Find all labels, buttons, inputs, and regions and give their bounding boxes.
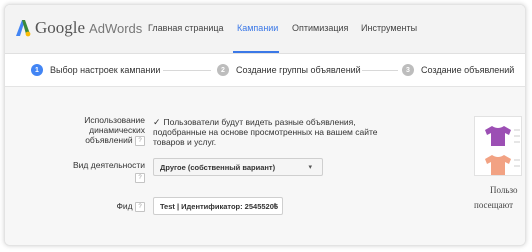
top-header: Google AdWords Главная страница Кампании…: [5, 5, 525, 54]
step-number: 3: [402, 64, 414, 76]
preview-line: [514, 129, 520, 131]
dynamic-ads-option: ✓ Пользователи будут видеть разные объявл…: [153, 117, 393, 147]
google-adwords-logo[interactable]: Google AdWords: [15, 17, 142, 39]
preview-text-1: Пользо: [490, 185, 518, 195]
preview-text-2: посещают: [474, 200, 514, 210]
nav-home[interactable]: Главная страница: [148, 23, 224, 33]
help-icon[interactable]: ?: [135, 135, 145, 146]
preview-line: [514, 159, 520, 161]
tshirt-orange-icon: [485, 155, 511, 175]
step-number: 2: [217, 64, 229, 76]
tshirt-purple-icon: [485, 126, 511, 146]
updown-arrow-icon: ⇕: [272, 203, 278, 210]
preview-line: [514, 165, 520, 167]
app-window: Google AdWords Главная страница Кампании…: [4, 4, 526, 246]
business-type-select[interactable]: Другое (собственный вариант) ▾: [153, 158, 323, 176]
help-icon[interactable]: ?: [135, 201, 145, 212]
dynamic-ads-description-2: подобранные на основе просмотренных на в…: [153, 127, 378, 137]
logo-product-text: AdWords: [89, 20, 143, 36]
business-type-value: Другое (собственный вариант): [160, 162, 276, 172]
ad-preview-image: [474, 116, 522, 176]
feed-value: Test | Идентификатор: 25455205: [160, 201, 279, 211]
adwords-icon: [16, 20, 31, 37]
step-3[interactable]: 3 Создание объявлений: [402, 64, 514, 76]
feed-select[interactable]: Test | Идентификатор: 25455205 ⇕: [153, 197, 283, 215]
dynamic-ads-description-1: Пользователи будут видеть разные объявле…: [163, 117, 356, 127]
preview-line: [514, 135, 520, 137]
step-2[interactable]: 2 Создание группы объявлений: [217, 64, 361, 76]
preview-line: [514, 141, 520, 143]
dynamic-ads-description-3: товаров и услуг.: [153, 137, 217, 147]
chevron-down-icon: ▾: [308, 164, 312, 171]
active-nav-indicator: [233, 51, 279, 53]
step-separator: [362, 70, 398, 71]
nav-optimization[interactable]: Оптимизация: [292, 23, 348, 33]
feed-label: Фид ?: [51, 201, 145, 212]
step-label: Создание группы объявлений: [236, 65, 361, 75]
step-label: Создание объявлений: [421, 65, 515, 75]
step-separator: [163, 70, 211, 71]
step-1[interactable]: 1 Выбор настроек кампании: [31, 64, 160, 76]
settings-panel: Использование динамических объявлений ? …: [5, 87, 525, 245]
wizard-steps: 1 Выбор настроек кампании 2 Создание гру…: [5, 54, 525, 87]
step-label: Выбор настроек кампании: [50, 65, 161, 75]
business-type-label: Вид деятельности ?: [73, 160, 145, 183]
dynamic-ads-checkbox[interactable]: ✓: [153, 117, 161, 127]
step-number: 1: [31, 64, 43, 76]
help-icon[interactable]: ?: [135, 172, 145, 183]
dynamic-ads-label: Использование динамических объявлений ?: [84, 115, 145, 146]
nav-tools[interactable]: Инструменты: [361, 23, 417, 33]
logo-google-text: Google: [35, 18, 86, 37]
nav-campaigns[interactable]: Кампании: [237, 23, 278, 33]
